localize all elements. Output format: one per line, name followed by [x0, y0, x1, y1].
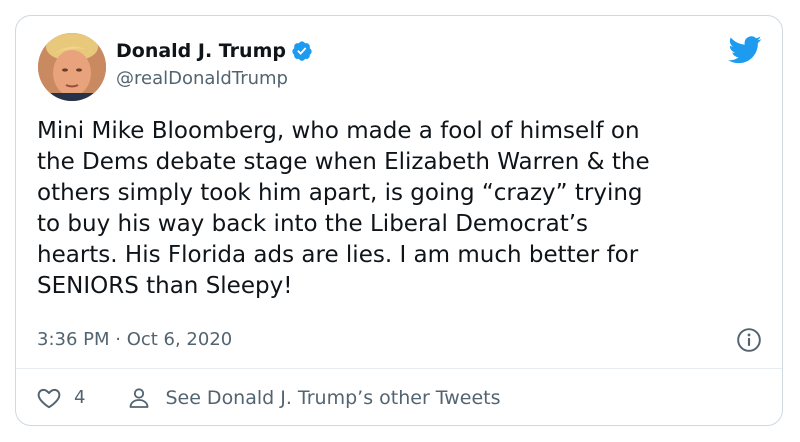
avatar[interactable]: [38, 33, 106, 101]
heart-icon: [37, 388, 61, 408]
tweet-actions: 4 See Donald J. Trump’s other Tweets: [16, 368, 782, 426]
see-other-tweets-label[interactable]: See Donald J. Trump’s other Tweets: [165, 387, 500, 409]
author-name[interactable]: Donald J. Trump: [116, 40, 313, 62]
like-count: 4: [74, 387, 86, 408]
tweet-text: Mini Mike Bloomberg, who made a fool of …: [37, 118, 650, 299]
tweet-card: Donald J. Trump @realDonaldTrump Mini Mi…: [15, 15, 783, 426]
twitter-bird-icon[interactable]: [728, 36, 762, 64]
author-handle[interactable]: @realDonaldTrump: [116, 68, 288, 89]
like-button[interactable]: 4: [36, 385, 85, 411]
info-icon[interactable]: [736, 327, 762, 353]
tweet-timestamp[interactable]: 3:36 PM · Oct 6, 2020: [37, 329, 232, 350]
person-icon: [130, 387, 149, 408]
verified-badge-icon: [292, 41, 312, 61]
see-other-tweets-link[interactable]: See Donald J. Trump’s other Tweets: [127, 386, 501, 410]
avatar-image: [38, 33, 106, 101]
author-name-text[interactable]: Donald J. Trump: [116, 40, 286, 62]
